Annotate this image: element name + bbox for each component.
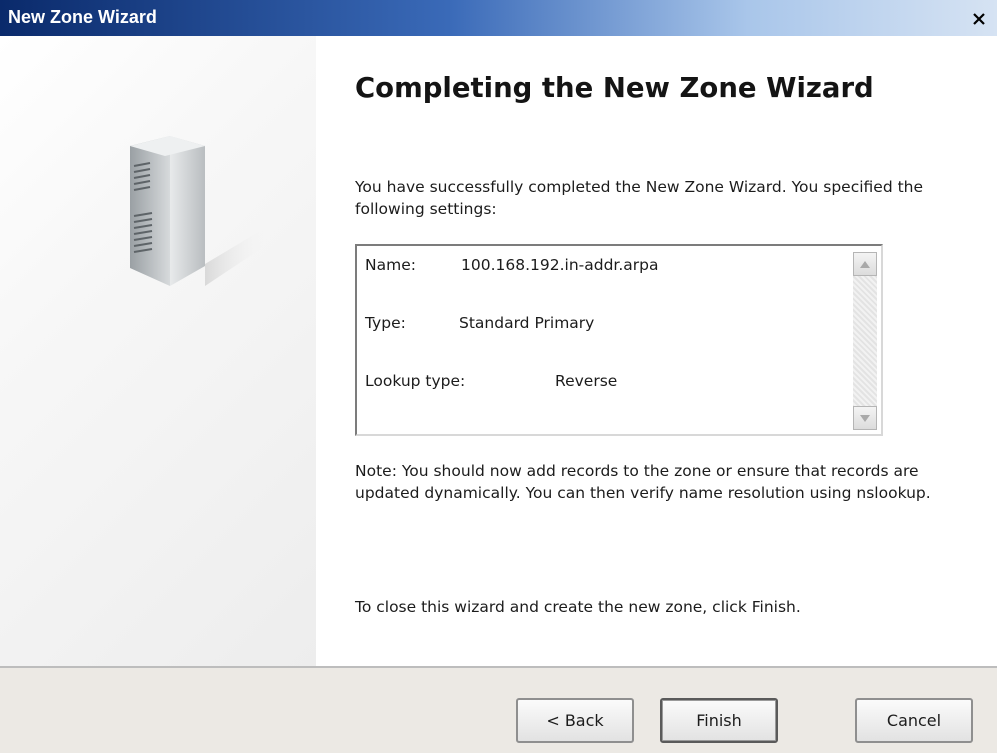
chevron-down-icon: [860, 414, 870, 422]
wizard-button-bar: < Back Finish Cancel: [0, 666, 997, 753]
window-title: New Zone Wizard: [8, 7, 157, 27]
summary-scrollbar[interactable]: [853, 252, 877, 430]
chevron-up-icon: [860, 260, 870, 268]
close-icon: [973, 13, 985, 25]
finish-button[interactable]: Finish: [660, 698, 778, 743]
name-value: 100.168.192.in-addr.arpa: [461, 256, 659, 274]
summary-line-type: Type: Standard Primary: [365, 314, 845, 343]
settings-summary-box[interactable]: Name: 100.168.192.in-addr.arpa Type: Sta…: [355, 244, 883, 436]
close-button[interactable]: [967, 8, 991, 30]
summary-line-name: Name: 100.168.192.in-addr.arpa: [365, 256, 845, 285]
type-label: Type:: [365, 314, 406, 332]
intro-text: You have successfully completed the New …: [355, 178, 924, 218]
lookup-type-label: Lookup type:: [365, 372, 466, 390]
server-tower-icon: [130, 136, 265, 286]
wizard-side-panel: [0, 36, 316, 666]
note-text: Note: You should now add records to the …: [355, 462, 931, 502]
lookup-type-value: Reverse: [555, 372, 618, 390]
summary-line-lookup: Lookup type: Reverse: [365, 372, 845, 401]
scroll-up-button[interactable]: [853, 252, 877, 276]
finish-instruction-text: To close this wizard and create the new …: [355, 598, 801, 616]
title-bar[interactable]: New Zone Wizard: [0, 0, 997, 36]
wizard-window: New Zone Wizard Completing the New Zone …: [0, 0, 997, 753]
name-label: Name:: [365, 256, 416, 274]
back-button[interactable]: < Back: [516, 698, 634, 743]
page-title: Completing the New Zone Wizard: [355, 72, 874, 104]
wizard-content: Completing the New Zone Wizard You have …: [316, 36, 997, 666]
cancel-button[interactable]: Cancel: [855, 698, 973, 743]
scroll-down-button[interactable]: [853, 406, 877, 430]
settings-summary-lines: Name: 100.168.192.in-addr.arpa Type: Sta…: [365, 256, 845, 430]
type-value: Standard Primary: [459, 314, 595, 332]
